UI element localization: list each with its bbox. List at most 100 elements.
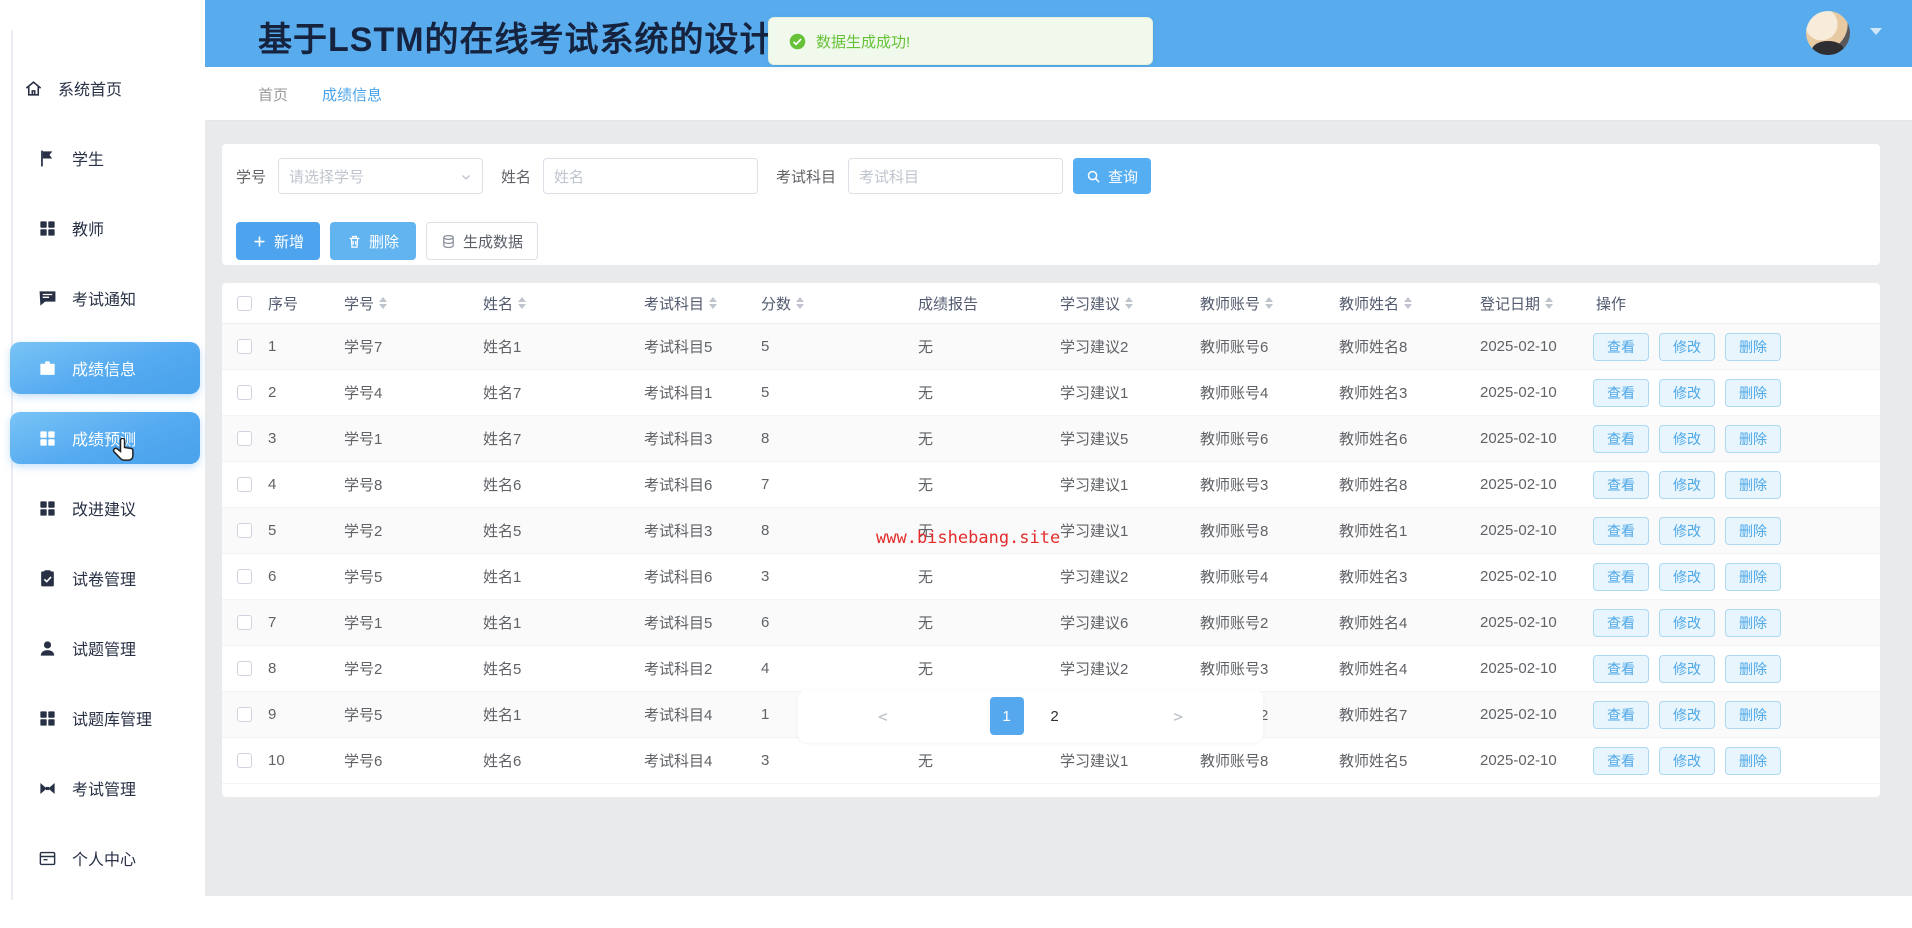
- row-delete-button[interactable]: 删除: [1725, 471, 1781, 499]
- table-row: 4 学号8 姓名6 考试科目6 7 无 学习建议1 教师账号3 教师姓名8 20…: [222, 462, 1880, 508]
- edit-button[interactable]: 修改: [1659, 471, 1715, 499]
- row-checkbox[interactable]: [237, 523, 252, 538]
- sort-carets-icon[interactable]: [379, 297, 387, 309]
- subject-input[interactable]: 考试科目: [848, 158, 1063, 194]
- cell-date: 2025-02-10: [1470, 430, 1586, 447]
- view-button[interactable]: 查看: [1593, 379, 1649, 407]
- generate-data-button[interactable]: 生成数据: [426, 222, 538, 260]
- cell-teacher-name: 教师姓名4: [1329, 612, 1470, 633]
- edit-button[interactable]: 修改: [1659, 747, 1715, 775]
- row-delete-button[interactable]: 删除: [1725, 517, 1781, 545]
- row-delete-button[interactable]: 删除: [1725, 609, 1781, 637]
- sidebar-item-label: 成绩信息: [72, 356, 136, 380]
- sidebar-item-label: 考试管理: [72, 776, 136, 800]
- edit-button[interactable]: 修改: [1659, 563, 1715, 591]
- breadcrumb-current[interactable]: 成绩信息: [322, 84, 382, 105]
- view-button[interactable]: 查看: [1593, 425, 1649, 453]
- view-button[interactable]: 查看: [1593, 563, 1649, 591]
- sidebar-item-label: 试卷管理: [72, 566, 136, 590]
- edit-button[interactable]: 修改: [1659, 655, 1715, 683]
- cell-advice: 学习建议5: [1050, 428, 1190, 449]
- pagination: < 1 2 >: [798, 690, 1263, 742]
- view-button[interactable]: 查看: [1593, 517, 1649, 545]
- row-checkbox[interactable]: [237, 431, 252, 446]
- cell-report: 无: [908, 612, 1050, 633]
- row-checkbox[interactable]: [237, 339, 252, 354]
- edit-button[interactable]: 修改: [1659, 425, 1715, 453]
- row-delete-button[interactable]: 删除: [1725, 701, 1781, 729]
- sidebar-item[interactable]: 试题管理: [10, 622, 200, 674]
- user-avatar[interactable]: [1806, 11, 1850, 55]
- sidebar-item[interactable]: 成绩信息: [10, 342, 200, 394]
- name-input[interactable]: 姓名: [543, 158, 758, 194]
- sidebar: 系统首页 学生 教师 考试通知: [0, 0, 205, 928]
- cell-score: 3: [751, 752, 908, 769]
- column-header: 登记日期: [1470, 293, 1586, 314]
- row-delete-button[interactable]: 删除: [1725, 563, 1781, 591]
- edit-button[interactable]: 修改: [1659, 701, 1715, 729]
- row-checkbox[interactable]: [237, 385, 252, 400]
- view-button[interactable]: 查看: [1593, 701, 1649, 729]
- row-delete-button[interactable]: 删除: [1725, 379, 1781, 407]
- edit-button[interactable]: 修改: [1659, 517, 1715, 545]
- view-button[interactable]: 查看: [1593, 609, 1649, 637]
- sidebar-item[interactable]: 考试通知: [10, 272, 200, 324]
- avatar-dropdown-caret-icon[interactable]: [1870, 28, 1882, 35]
- sidebar-item[interactable]: 系统首页: [10, 62, 200, 114]
- view-button[interactable]: 查看: [1593, 471, 1649, 499]
- sort-carets-icon[interactable]: [709, 297, 717, 309]
- row-checkbox[interactable]: [237, 707, 252, 722]
- prev-page-button[interactable]: <: [878, 707, 888, 726]
- breadcrumb-home[interactable]: 首页: [258, 84, 288, 105]
- cell-score: 6: [751, 614, 908, 631]
- delete-button[interactable]: 删除: [330, 222, 416, 260]
- sidebar-item[interactable]: 试题库管理: [10, 692, 200, 744]
- sort-carets-icon[interactable]: [1265, 297, 1273, 309]
- sidebar-item[interactable]: 成绩预测: [10, 412, 200, 464]
- edit-button[interactable]: 修改: [1659, 379, 1715, 407]
- cell-teacher-name: 教师姓名7: [1329, 704, 1470, 725]
- sort-carets-icon[interactable]: [1404, 297, 1412, 309]
- select-all-checkbox[interactable]: [237, 296, 252, 311]
- student-id-select[interactable]: 请选择学号: [278, 158, 483, 194]
- database-icon: [441, 234, 456, 249]
- search-button[interactable]: 查询: [1073, 158, 1151, 194]
- row-delete-button[interactable]: 删除: [1725, 747, 1781, 775]
- row-checkbox[interactable]: [237, 615, 252, 630]
- sort-carets-icon[interactable]: [518, 297, 526, 309]
- row-checkbox[interactable]: [237, 753, 252, 768]
- sort-carets-icon[interactable]: [1125, 297, 1133, 309]
- sidebar-item[interactable]: 教师: [10, 202, 200, 254]
- page-1-button[interactable]: 1: [990, 697, 1024, 735]
- view-button[interactable]: 查看: [1593, 747, 1649, 775]
- view-button[interactable]: 查看: [1593, 333, 1649, 361]
- sort-carets-icon[interactable]: [796, 297, 804, 309]
- row-checkbox[interactable]: [237, 661, 252, 676]
- sidebar-item[interactable]: 改进建议: [10, 482, 200, 534]
- row-delete-button[interactable]: 删除: [1725, 655, 1781, 683]
- column-header: 学习建议: [1050, 293, 1190, 314]
- add-button[interactable]: 新增: [236, 222, 320, 260]
- page-2-button[interactable]: 2: [1038, 697, 1072, 735]
- row-checkbox[interactable]: [237, 569, 252, 584]
- cell-date: 2025-02-10: [1470, 384, 1586, 401]
- cell-teacher-name: 教师姓名8: [1329, 336, 1470, 357]
- column-header: 成绩报告: [908, 293, 1050, 314]
- next-page-button[interactable]: >: [1173, 707, 1183, 726]
- view-button[interactable]: 查看: [1593, 655, 1649, 683]
- row-delete-button[interactable]: 删除: [1725, 425, 1781, 453]
- cell-subject: 考试科目4: [634, 704, 751, 725]
- message-icon: [38, 289, 57, 308]
- grid-icon: [38, 709, 57, 728]
- edit-button[interactable]: 修改: [1659, 609, 1715, 637]
- cell-subject: 考试科目5: [634, 336, 751, 357]
- sidebar-item[interactable]: 学生: [10, 132, 200, 184]
- row-checkbox[interactable]: [237, 477, 252, 492]
- sidebar-item[interactable]: 考试管理: [10, 762, 200, 814]
- row-delete-button[interactable]: 删除: [1725, 333, 1781, 361]
- sidebar-item[interactable]: 试卷管理: [10, 552, 200, 604]
- sidebar-item[interactable]: 个人中心: [10, 832, 200, 884]
- column-header-label: 学号: [344, 293, 374, 314]
- edit-button[interactable]: 修改: [1659, 333, 1715, 361]
- sort-carets-icon[interactable]: [1545, 297, 1553, 309]
